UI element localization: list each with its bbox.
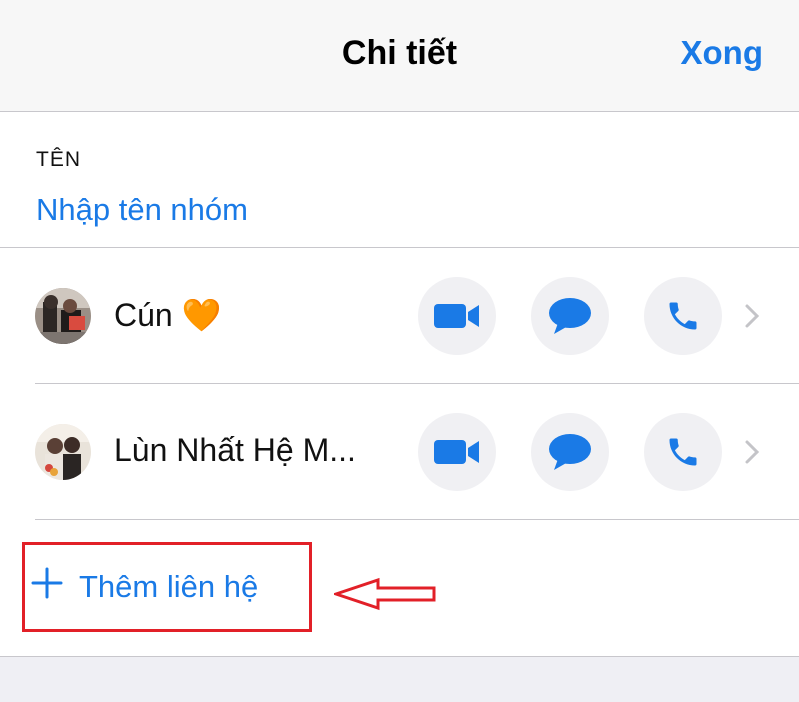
- chevron-right-icon[interactable]: [742, 302, 762, 335]
- footer-area: [0, 656, 799, 702]
- avatar: [35, 288, 91, 344]
- arrow-left-icon: [334, 577, 436, 611]
- heart-emoji: 🧡: [181, 297, 222, 333]
- plus-icon: [31, 567, 63, 599]
- chevron-right-icon[interactable]: [742, 438, 762, 471]
- phone-call-button[interactable]: [644, 277, 722, 355]
- contact-name: Lùn Nhất Hệ M...: [114, 432, 356, 468]
- done-button[interactable]: Xong: [681, 34, 763, 72]
- add-contact-label: Thêm liên hệ: [79, 569, 259, 604]
- contact-row[interactable]: Cún 🧡: [0, 248, 799, 384]
- contact-row[interactable]: Lùn Nhất Hệ M...: [0, 384, 799, 520]
- video-call-icon: [434, 304, 479, 328]
- add-contact-button[interactable]: Thêm liên hệ: [22, 542, 312, 632]
- video-call-icon: [434, 440, 479, 464]
- message-icon: [549, 434, 591, 470]
- nav-bar: Chi tiết Xong: [0, 0, 799, 112]
- message-button[interactable]: [531, 413, 609, 491]
- phone-icon: [669, 302, 697, 330]
- message-button[interactable]: [531, 277, 609, 355]
- message-icon: [549, 298, 591, 334]
- video-call-button[interactable]: [418, 413, 496, 491]
- page-title: Chi tiết: [341, 34, 458, 72]
- contact-name: Cún 🧡: [114, 297, 222, 333]
- avatar: [35, 424, 91, 480]
- group-name-input[interactable]: Nhập tên nhóm: [36, 192, 248, 228]
- phone-call-button[interactable]: [644, 413, 722, 491]
- divider: [35, 519, 799, 520]
- phone-icon: [669, 438, 697, 466]
- name-section-label: TÊN: [36, 148, 81, 171]
- video-call-button[interactable]: [418, 277, 496, 355]
